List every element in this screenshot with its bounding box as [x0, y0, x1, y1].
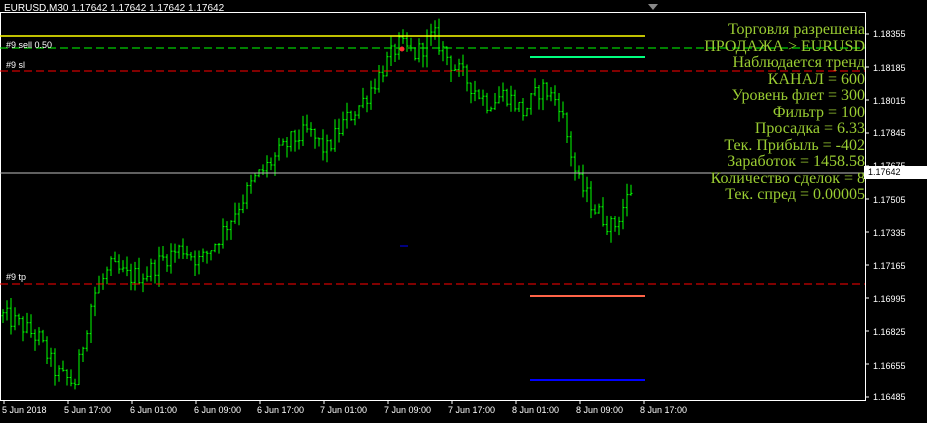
info-line: Уровень флет = 300 [731, 87, 865, 104]
time-tick: 7 Jun 17:00 [448, 405, 496, 415]
time-tick: 7 Jun 01:00 [320, 405, 368, 415]
price-tick: 1.17845 [873, 128, 906, 138]
info-line: Наблюдается тренд [732, 54, 865, 71]
info-line: Тек. спред = 0.00005 [725, 186, 865, 203]
price-tick: 1.17165 [873, 261, 906, 271]
entry-marker-icon [399, 46, 405, 52]
take-profit-label: #9 tp [6, 272, 27, 282]
price-tick: 1.16485 [873, 392, 906, 402]
info-line: Фильтр = 100 [772, 103, 865, 121]
price-tick: 1.17335 [873, 228, 906, 238]
price-tick: 1.16995 [873, 294, 906, 304]
info-line: Количество сделок = 8 [710, 169, 865, 187]
sell-order-label: #9 sell 0.50 [6, 40, 53, 50]
info-line: Заработок = 1458.58 [727, 153, 865, 170]
time-tick: 6 Jun 01:00 [130, 405, 178, 415]
time-tick: 6 Jun 09:00 [194, 405, 242, 415]
time-tick: 8 Jun 09:00 [576, 405, 624, 415]
symbol-header: EURUSD,M30 1.17642 1.17642 1.17642 1.176… [4, 3, 225, 14]
expert-info-panel: Торговля разрешена ПРОДАЖА > EURUSD Набл… [704, 21, 865, 204]
stop-loss-label: #9 sl [6, 60, 26, 70]
time-tick: 6 Jun 17:00 [257, 405, 305, 415]
time-tick: 5 Jun 17:00 [64, 405, 112, 415]
price-tick: 1.18185 [873, 63, 906, 73]
time-tick: 8 Jun 01:00 [512, 405, 560, 415]
info-line: Торговля разрешена [727, 21, 865, 38]
time-tick: 8 Jun 17:00 [640, 405, 688, 415]
price-tick: 1.16655 [873, 361, 906, 371]
price-chart[interactable]: EURUSD,M30 1.17642 1.17642 1.17642 1.176… [0, 0, 927, 423]
price-tick: 1.18355 [873, 29, 906, 39]
current-price-badge: 1.17642 [864, 166, 927, 179]
time-tick: 5 Jun 2018 [2, 405, 47, 415]
chart-shift-marker-icon[interactable] [648, 4, 658, 10]
info-line: Тек. Прибыль = -402 [724, 136, 865, 154]
price-tick: 1.17505 [873, 195, 906, 205]
price-tick: 1.18015 [873, 96, 906, 106]
info-line: ПРОДАЖА > EURUSD [704, 37, 865, 55]
time-tick: 7 Jun 09:00 [384, 405, 432, 415]
info-line: КАНАЛ = 600 [767, 70, 865, 88]
price-tick: 1.16825 [873, 327, 906, 337]
info-line: Просадка = 6.33 [754, 120, 865, 137]
